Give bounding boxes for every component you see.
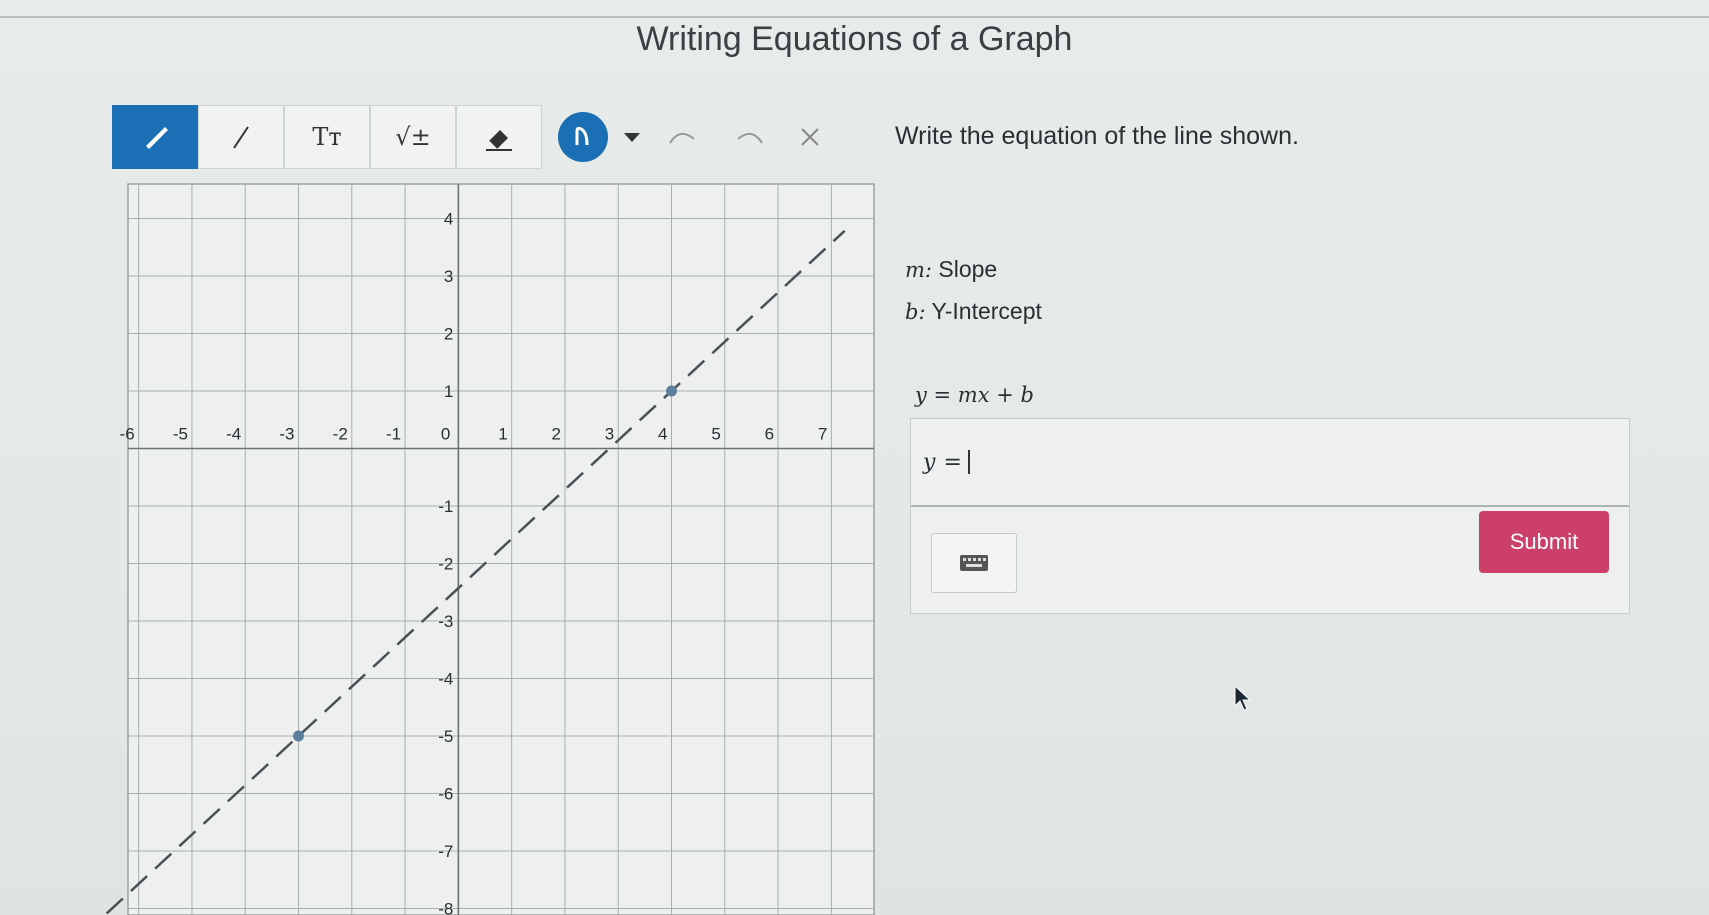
x-tick-label: 1	[498, 425, 507, 444]
y-tick-label: -5	[438, 727, 453, 746]
x-tick-label: -3	[279, 425, 294, 444]
mouse-cursor-icon	[1234, 684, 1252, 711]
y-tick-label: -1	[438, 497, 453, 516]
y-tick-label: -6	[438, 785, 453, 804]
line-point	[666, 385, 678, 397]
y-tick-label: -2	[438, 555, 453, 574]
x-tick-label: -1	[386, 425, 401, 444]
y-tick-label: -4	[438, 670, 453, 689]
y-tick-label: -8	[438, 900, 453, 915]
answer-equals: =	[943, 449, 962, 475]
x-tick-label: -6	[120, 425, 135, 444]
line-point	[293, 730, 305, 742]
y-tick-label: 4	[444, 210, 453, 229]
intercept-text: Y-Intercept	[931, 298, 1042, 324]
x-tick-label: -5	[173, 425, 188, 444]
y-tick-label: 1	[444, 382, 453, 401]
text-caret	[967, 450, 970, 474]
slope-intercept-formula: y = mx + b	[915, 383, 1034, 407]
x-tick-label: 5	[711, 425, 720, 444]
y-tick-label: 3	[444, 267, 453, 286]
x-tick-label: 4	[658, 425, 667, 444]
x-tick-label: 3	[605, 425, 614, 444]
x-tick-label: -2	[333, 425, 348, 444]
x-tick-label: 2	[551, 425, 560, 444]
submit-button[interactable]: Submit	[1479, 511, 1609, 573]
y-tick-label: 2	[444, 325, 453, 344]
keyboard-icon	[960, 555, 988, 571]
slope-definition: m: Slope	[905, 256, 997, 283]
slope-variable: m:	[905, 258, 932, 282]
answer-panel: y = Submit	[910, 418, 1630, 614]
y-tick-label: -7	[438, 842, 453, 861]
x-tick-label: 0	[441, 425, 450, 444]
intercept-variable: b:	[905, 300, 926, 324]
answer-lhs: y	[923, 449, 936, 475]
intercept-definition: b: Y-Intercept	[905, 298, 1042, 325]
question-prompt: Write the equation of the line shown.	[895, 122, 1299, 150]
slope-text: Slope	[938, 256, 998, 282]
math-keyboard-button[interactable]	[931, 533, 1017, 593]
coordinate-graph[interactable]: -6 -5 -4 -3 -2 -1 0 1 2 3 4 5 6 7 4 3 2 1 -1 -2 -3 -4 -5 -6 -7 -8	[0, 0, 900, 915]
x-tick-label: 7	[818, 425, 827, 444]
answer-input[interactable]: y =	[911, 419, 1629, 507]
x-tick-label: 6	[765, 425, 774, 444]
y-tick-label: -3	[438, 612, 453, 631]
x-tick-label: -4	[226, 425, 241, 444]
